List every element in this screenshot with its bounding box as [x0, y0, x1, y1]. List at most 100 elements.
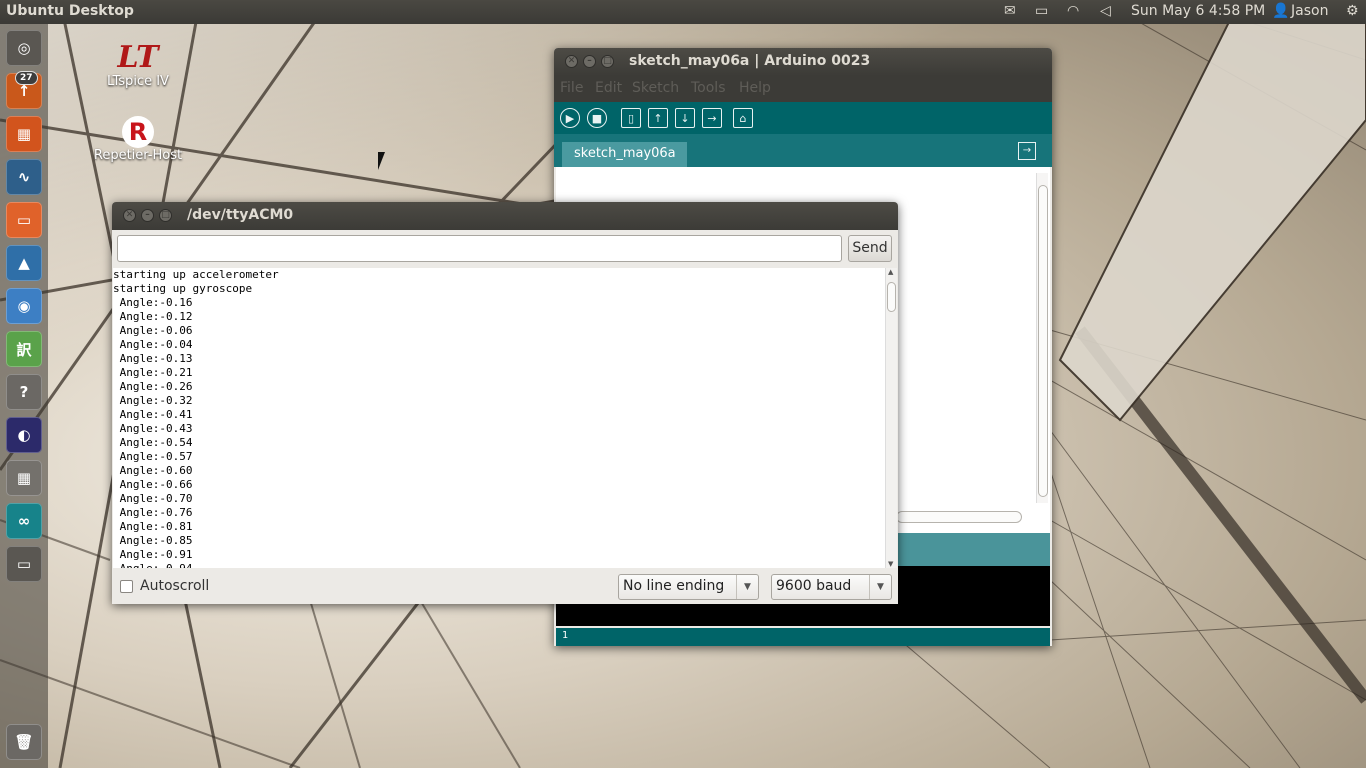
launcher-eclipse-icon[interactable]: ◐	[6, 417, 42, 453]
close-icon[interactable]: ✕	[565, 55, 578, 68]
scroll-up-icon[interactable]: ▲	[888, 268, 893, 276]
launcher-software-center-icon[interactable]: ▦	[6, 116, 42, 152]
baud-rate-select[interactable]: 9600 baud ▼	[771, 574, 892, 600]
arduino-titlebar[interactable]: ✕ – □ sketch_may06a | Arduino 0023	[554, 48, 1052, 76]
menu-help[interactable]: Help	[739, 80, 771, 96]
serial-output-line: Angle:-0.12	[113, 310, 193, 323]
line-number: 1	[556, 628, 1050, 646]
serial-output-line: starting up accelerometer	[113, 268, 279, 281]
launcher-dash-icon[interactable]: ◎	[6, 30, 42, 66]
serial-output-line: Angle:-0.76	[113, 506, 193, 519]
clock[interactable]: Sun May 6 4:58 PM	[1131, 3, 1265, 19]
launcher-pidgin-translator-icon[interactable]: 訳	[6, 331, 42, 367]
open-icon[interactable]: ↑	[648, 108, 668, 128]
launcher-help-icon[interactable]: ?	[6, 374, 42, 410]
menu-edit[interactable]: Edit	[595, 80, 622, 96]
scroll-thumb[interactable]	[887, 282, 896, 312]
battery-icon[interactable]: ▭	[1035, 3, 1048, 19]
serial-monitor-icon[interactable]: ⌂	[733, 108, 753, 128]
serial-output[interactable]: starting up accelerometer starting up gyr…	[113, 268, 885, 568]
window-title: sketch_may06a | Arduino 0023	[629, 53, 871, 69]
launcher-matlab-icon[interactable]: ▲	[6, 245, 42, 281]
serial-output-line: starting up gyroscope	[113, 282, 253, 295]
stop-icon[interactable]: ■	[587, 108, 607, 128]
user-icon[interactable]: 👤	[1272, 3, 1289, 19]
trash-icon[interactable]: 🗑	[6, 724, 42, 760]
serial-output-line: Angle:-0.81	[113, 520, 193, 533]
session-gear-icon[interactable]: ⚙	[1346, 3, 1359, 19]
tab-menu-icon[interactable]: →	[1018, 142, 1036, 160]
verify-play-icon[interactable]: ▶	[560, 108, 580, 128]
tab-sketch[interactable]: sketch_may06a	[562, 142, 687, 167]
serial-monitor-window: ✕ – □ /dev/ttyACM0 Send starting up acce…	[112, 202, 898, 604]
repetier-icon: R	[122, 116, 154, 148]
maximize-icon[interactable]: □	[601, 55, 614, 68]
line-ending-value: No line ending	[623, 578, 725, 594]
network-icon[interactable]: ◠	[1067, 3, 1079, 19]
launcher-system-monitor-icon[interactable]: ∿	[6, 159, 42, 195]
active-window-title: Ubuntu Desktop	[6, 3, 134, 19]
upload-icon[interactable]: →	[702, 108, 722, 128]
baud-rate-value: 9600 baud	[776, 578, 852, 594]
launcher-workspace-switcher-icon[interactable]: ▭	[6, 546, 42, 582]
new-file-icon[interactable]: ▯	[621, 108, 641, 128]
serial-output-line: Angle:-0.13	[113, 352, 193, 365]
top-panel: Ubuntu Desktop ✉ ▭ ◠ ◁ Sun May 6 4:58 PM…	[0, 0, 1366, 24]
autoscroll-label: Autoscroll	[140, 578, 210, 594]
menu-tools[interactable]: Tools	[691, 80, 726, 96]
launcher-arduino-icon[interactable]: ∞	[6, 503, 42, 539]
desktop-icon-ltspice[interactable]: LT LTspice IV	[100, 40, 176, 89]
serial-output-line: Angle:-0.91	[113, 548, 193, 561]
serial-output-line: Angle:-0.41	[113, 408, 193, 421]
launcher-files-icon[interactable]: ▭	[6, 202, 42, 238]
serial-vscrollbar[interactable]: ▲ ▼	[885, 268, 897, 568]
serial-titlebar[interactable]: ✕ – □ /dev/ttyACM0	[112, 202, 898, 230]
toolbar: ▶ ■ ▯ ↑ ↓ → ⌂	[554, 102, 1052, 134]
serial-output-line: Angle:-0.04	[113, 338, 193, 351]
menubar: File Edit Sketch Tools Help	[554, 76, 1052, 102]
send-button[interactable]: Send	[848, 235, 892, 262]
mouse-pointer-icon	[378, 152, 385, 170]
launcher-chromium-icon[interactable]: ◉	[6, 288, 42, 324]
serial-output-line: Angle:-0.16	[113, 296, 193, 309]
ltspice-icon: LT	[117, 40, 159, 75]
serial-output-line: Angle:-0.54	[113, 436, 193, 449]
desktop-icon-repetier[interactable]: R Repetier-Host	[88, 116, 188, 163]
minimize-icon[interactable]: –	[583, 55, 596, 68]
close-icon[interactable]: ✕	[123, 209, 136, 222]
user-name[interactable]: Jason	[1291, 3, 1328, 19]
serial-output-line: Angle:-0.60	[113, 464, 193, 477]
volume-icon[interactable]: ◁	[1100, 3, 1111, 19]
serial-output-line: Angle:-0.57	[113, 450, 193, 463]
window-title: /dev/ttyACM0	[187, 207, 294, 223]
serial-output-line: Angle:-0.26	[113, 380, 193, 393]
menu-sketch[interactable]: Sketch	[632, 80, 679, 96]
serial-output-line: Angle:-0.70	[113, 492, 193, 505]
menu-file[interactable]: File	[560, 80, 583, 96]
launcher: ◎ 27 ↑ ▦ ∿ ▭ ▲ ◉ 訳? ◐ ▦ ∞ ▭ 🗑	[0, 24, 48, 768]
save-icon[interactable]: ↓	[675, 108, 695, 128]
update-count-badge: 27	[15, 71, 38, 85]
desktop-icon-label: Repetier-Host	[93, 148, 183, 163]
serial-output-line: Angle:-0.85	[113, 534, 193, 547]
serial-options-bar: Autoscroll No line ending ▼ 9600 baud ▼	[112, 568, 898, 604]
serial-output-line: Angle:-0.43	[113, 422, 193, 435]
serial-send-input[interactable]	[117, 235, 842, 262]
serial-output-line: Angle:-0.32	[113, 394, 193, 407]
serial-output-line: Angle:-0.21	[113, 366, 193, 379]
scroll-thumb[interactable]	[1038, 185, 1048, 497]
desktop-icon-label: LTspice IV	[107, 74, 169, 89]
maximize-icon[interactable]: □	[159, 209, 172, 222]
serial-output-line: Angle:-0.06	[113, 324, 193, 337]
launcher-update-manager-icon[interactable]: 27 ↑	[6, 71, 42, 109]
editor-vscrollbar[interactable]	[1036, 173, 1048, 503]
autoscroll-checkbox[interactable]	[120, 580, 133, 593]
minimize-icon[interactable]: –	[141, 209, 154, 222]
tab-bar: sketch_may06a →	[554, 134, 1052, 167]
launcher-calculator-icon[interactable]: ▦	[6, 460, 42, 496]
editor-hscrollbar[interactable]	[896, 511, 1022, 523]
serial-output-line: Angle:-0.66	[113, 478, 193, 491]
mail-icon[interactable]: ✉	[1004, 3, 1016, 19]
line-ending-select[interactable]: No line ending ▼	[618, 574, 759, 600]
scroll-down-icon[interactable]: ▼	[888, 560, 893, 568]
